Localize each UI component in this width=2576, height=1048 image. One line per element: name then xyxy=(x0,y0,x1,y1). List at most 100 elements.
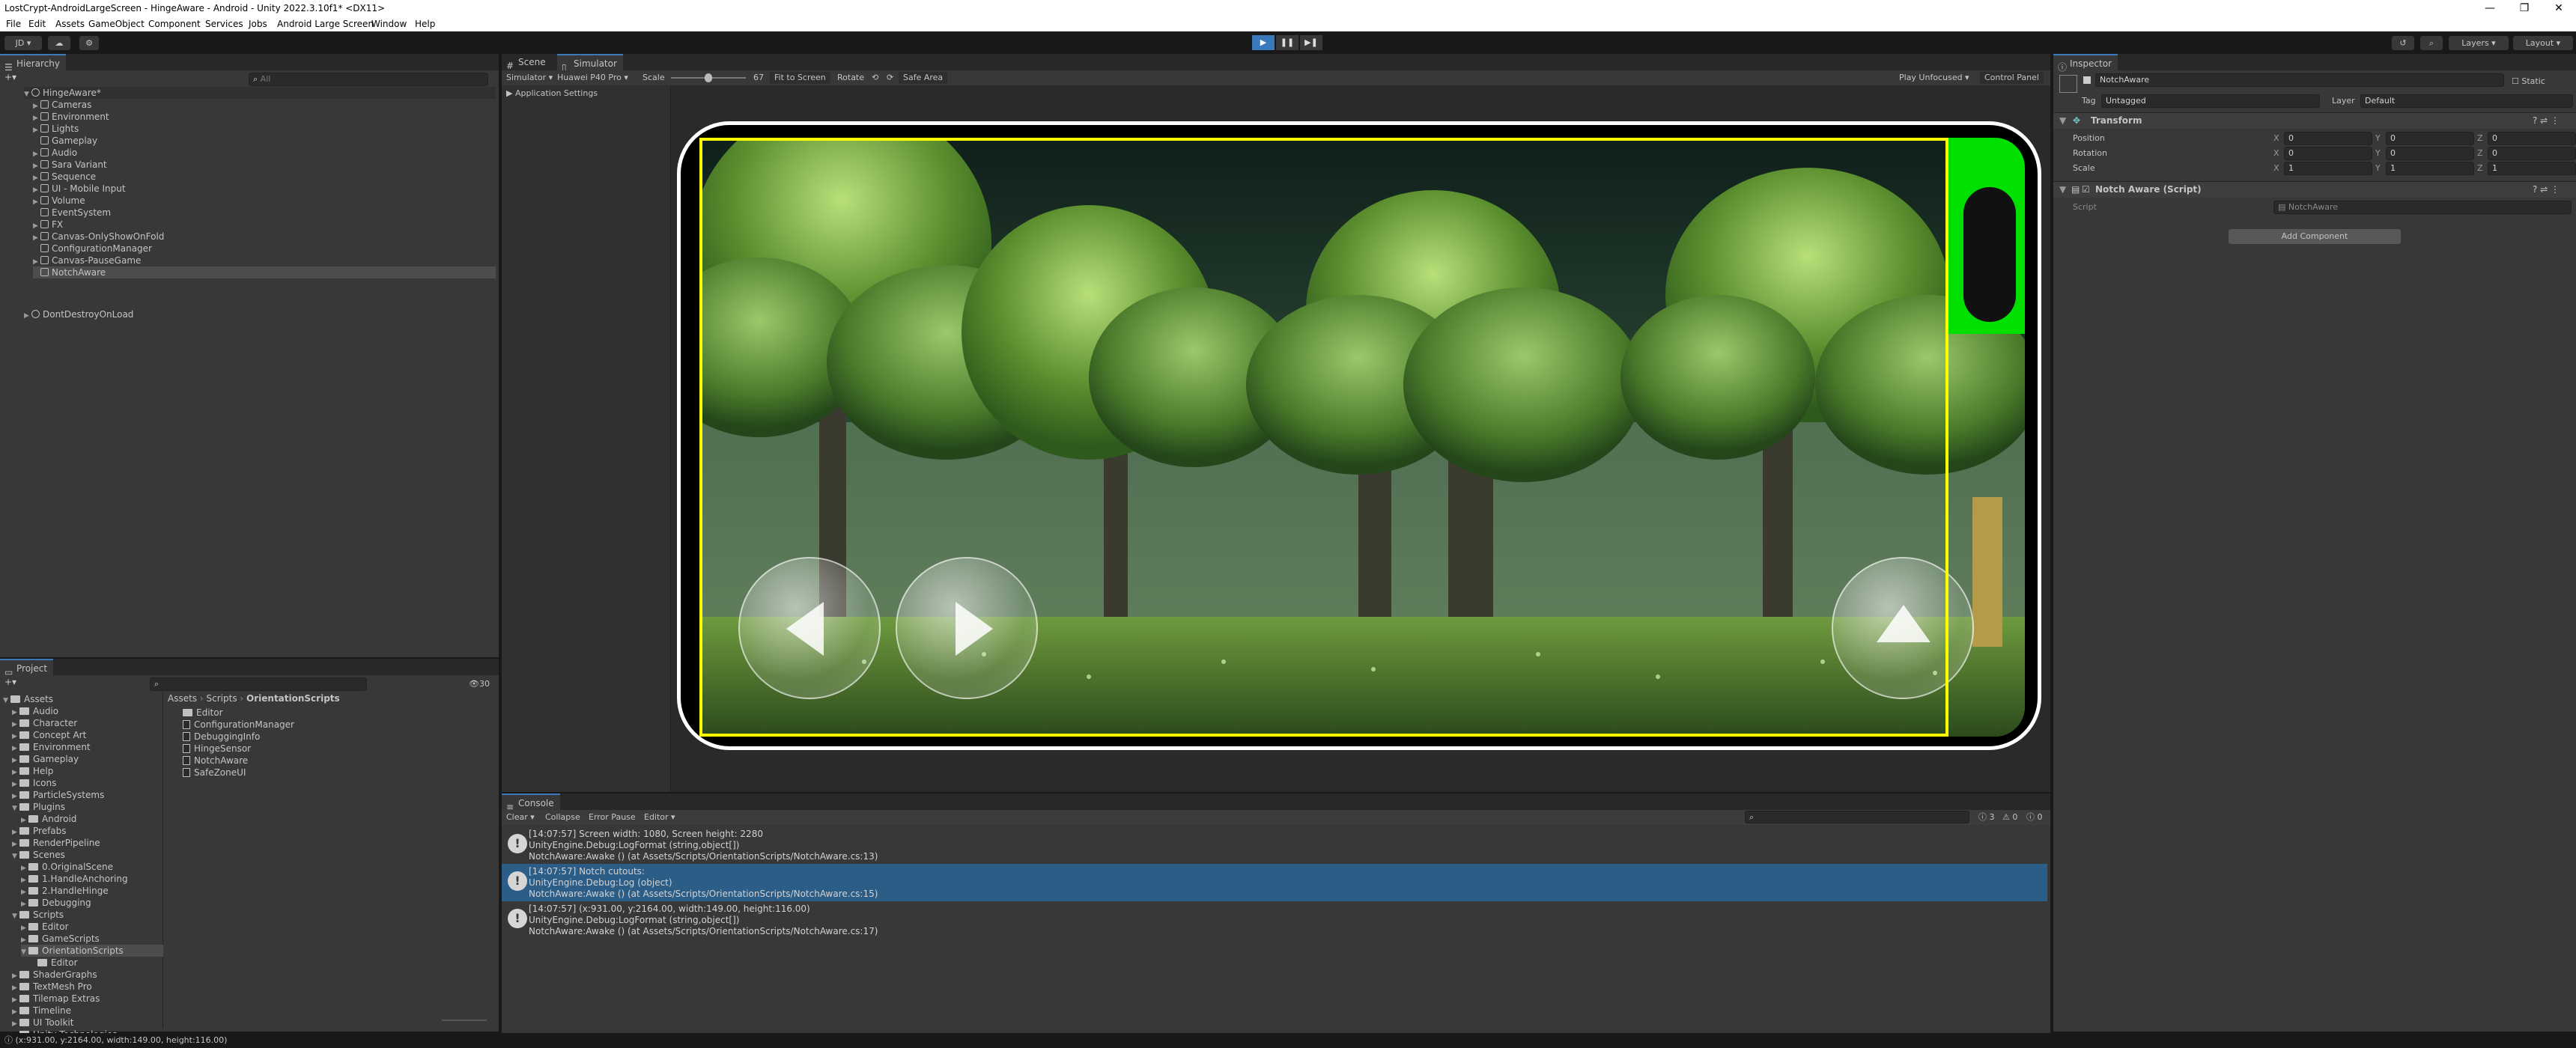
history-icon[interactable]: ↺ xyxy=(2392,36,2414,50)
project-folder[interactable]: ▼ Assets xyxy=(3,693,53,705)
layout-dropdown[interactable]: Layout ▾ xyxy=(2513,36,2573,50)
add-component-button[interactable]: Add Component xyxy=(2229,229,2401,244)
menu-android-large-screen[interactable]: Android Large Screen xyxy=(277,19,374,29)
project-file[interactable]: ConfigurationManager xyxy=(183,719,294,731)
scale-slider-thumb[interactable] xyxy=(705,73,712,82)
scale-slider[interactable] xyxy=(671,73,746,82)
hierarchy-item[interactable]: ▶ Sequence xyxy=(33,171,96,183)
project-folder[interactable]: ▶ Icons xyxy=(12,777,56,789)
menu-help[interactable]: Help xyxy=(415,19,435,29)
position-z-field[interactable]: 0 xyxy=(2488,132,2576,145)
hierarchy-item[interactable]: ▶ Canvas-PauseGame xyxy=(33,255,141,266)
static-toggle[interactable]: ☐ Static xyxy=(2512,76,2545,86)
breadcrumb-assets[interactable]: Assets xyxy=(168,693,197,704)
hierarchy-item[interactable]: NotchAware xyxy=(33,266,496,278)
scene-row[interactable]: ▼ HingeAware* xyxy=(24,87,496,99)
safe-area-button[interactable]: Safe Area xyxy=(899,72,948,84)
menu-window[interactable]: Window xyxy=(371,19,407,29)
hierarchy-item[interactable]: ▶ UI - Mobile Input xyxy=(33,183,126,195)
project-file[interactable]: NotchAware xyxy=(183,755,248,767)
transform-header[interactable]: ▼ ✥ Transform ? ⇌ ⋮ xyxy=(2053,112,2576,129)
breadcrumb-orientation[interactable]: OrientationScripts xyxy=(246,693,340,704)
project-file[interactable]: Editor xyxy=(183,707,223,719)
pause-button[interactable]: ❚❚ xyxy=(1276,35,1298,50)
scale-x-field[interactable]: 1 xyxy=(2284,162,2372,175)
hierarchy-item[interactable]: ▶ Volume xyxy=(33,195,85,207)
menu-services[interactable]: Services xyxy=(205,19,243,29)
scale-y-field[interactable]: 1 xyxy=(2386,162,2474,175)
tab-hierarchy[interactable]: ☰ Hierarchy xyxy=(0,54,67,73)
position-y-field[interactable]: 0 xyxy=(2386,132,2474,145)
hierarchy-item[interactable]: ▶ Lights xyxy=(33,123,79,135)
layers-dropdown[interactable]: Layers ▾ xyxy=(2449,36,2509,50)
add-icon[interactable]: +▾ xyxy=(4,72,22,85)
project-file[interactable]: HingeSensor xyxy=(183,743,251,755)
collab-icon[interactable]: ⚙ xyxy=(79,36,99,50)
cloud-icon[interactable]: ☁ xyxy=(48,36,70,50)
console-log-entry[interactable]: ! [14:07:57] Notch cutouts: UnityEngine.De… xyxy=(502,864,2047,901)
device-dropdown[interactable]: Huawei P40 Pro ▾ xyxy=(557,70,628,85)
minimize-button[interactable]: — xyxy=(2473,0,2507,16)
menu-gameobject[interactable]: GameObject xyxy=(88,19,145,29)
step-button[interactable]: ▶❚ xyxy=(1300,35,1322,50)
rotation-y-field[interactable]: 0 xyxy=(2386,147,2474,160)
project-folder[interactable]: ▶ UI Toolkit xyxy=(12,1017,73,1029)
play-mode-dropdown[interactable]: Play Unfocused ▾ xyxy=(1899,70,1969,85)
hierarchy-item[interactable]: ConfigurationManager xyxy=(33,243,152,255)
position-x-field[interactable]: 0 xyxy=(2284,132,2372,145)
project-folder[interactable]: ▶ Help xyxy=(12,765,53,777)
hierarchy-item[interactable]: ▶ Canvas-OnlyShowOnFold xyxy=(33,231,164,243)
zoom-slider[interactable] xyxy=(442,1020,487,1021)
ddol-row[interactable]: ▶ DontDestroyOnLoad xyxy=(24,308,133,320)
rotate-left-icon[interactable]: ⟲ xyxy=(872,70,878,85)
tag-dropdown[interactable]: Untagged xyxy=(2101,94,2320,108)
project-folder[interactable]: ▶ Environment xyxy=(12,741,91,753)
tab-inspector[interactable]: ⓘ Inspector xyxy=(2053,54,2118,73)
add-icon[interactable]: +▾ xyxy=(4,677,16,687)
close-button[interactable]: ✕ xyxy=(2542,0,2576,16)
component-menu-icon[interactable]: ? ⇌ ⋮ xyxy=(2533,184,2560,195)
simulator-mode-dropdown[interactable]: Simulator ▾ xyxy=(506,70,553,85)
active-checkbox[interactable] xyxy=(2083,76,2091,84)
play-button[interactable]: ▶ xyxy=(1252,35,1275,50)
hierarchy-search-input[interactable]: ⌕ All xyxy=(249,73,488,86)
hierarchy-item[interactable]: ▶ FX xyxy=(33,219,63,231)
menu-component[interactable]: Component xyxy=(148,19,201,29)
rotate-right-icon[interactable]: ⟳ xyxy=(887,70,893,85)
rotation-z-field[interactable]: 0 xyxy=(2488,147,2576,160)
enabled-checkbox[interactable]: ☑ xyxy=(2082,184,2090,195)
tab-simulator[interactable]: ▯ Simulator xyxy=(557,54,623,73)
menu-edit[interactable]: Edit xyxy=(28,19,46,29)
menu-jobs[interactable]: Jobs xyxy=(249,19,267,29)
search-icon[interactable]: ⌕ xyxy=(2420,36,2443,50)
scale-z-field[interactable]: 1 xyxy=(2488,162,2576,175)
hierarchy-item[interactable]: Gameplay xyxy=(33,135,97,147)
rotation-x-field[interactable]: 0 xyxy=(2284,147,2372,160)
object-name-field[interactable]: NotchAware xyxy=(2095,73,2504,87)
layer-dropdown[interactable]: Default xyxy=(2360,94,2573,108)
console-log-entry[interactable]: ! [14:07:57] (x:931.00, y:2164.00, width:… xyxy=(502,901,2047,939)
project-folder[interactable]: ▶ Gameplay xyxy=(12,753,79,765)
project-folder[interactable]: ▶ Character xyxy=(12,717,77,729)
hierarchy-item[interactable]: EventSystem xyxy=(33,207,111,219)
breadcrumb-scripts[interactable]: Scripts xyxy=(207,693,237,704)
foldout-arrow-icon[interactable]: ▼ xyxy=(3,695,10,707)
fit-to-screen-button[interactable]: Fit to Screen xyxy=(770,72,830,84)
notch-aware-header[interactable]: ▼ ▤ ☑ Notch Aware (Script) ? ⇌ ⋮ xyxy=(2053,181,2576,198)
project-search-input[interactable]: ⌕ xyxy=(150,677,367,691)
maximize-button[interactable]: ❐ xyxy=(2507,0,2542,16)
application-settings-foldout[interactable]: ▶ Application Settings xyxy=(502,85,670,101)
hierarchy-item[interactable]: ▶ Cameras xyxy=(33,99,91,111)
project-file[interactable]: SafeZoneUI xyxy=(183,767,246,779)
tab-scene[interactable]: # Scene xyxy=(502,54,552,71)
hierarchy-item[interactable]: ▶ Environment xyxy=(33,111,109,123)
control-panel-button[interactable]: Control Panel xyxy=(1980,72,2044,84)
tab-project[interactable]: ▭ Project xyxy=(0,659,54,677)
menu-assets[interactable]: Assets xyxy=(55,19,85,29)
hierarchy-item[interactable]: ▶ Sara Variant xyxy=(33,159,107,171)
account-dropdown[interactable]: JD ▾ xyxy=(4,36,42,50)
menu-file[interactable]: File xyxy=(6,19,21,29)
component-menu-icon[interactable]: ? ⇌ ⋮ xyxy=(2533,115,2560,126)
project-folder[interactable]: ▶ Concept Art xyxy=(12,729,86,741)
project-file[interactable]: DebuggingInfo xyxy=(183,731,260,743)
